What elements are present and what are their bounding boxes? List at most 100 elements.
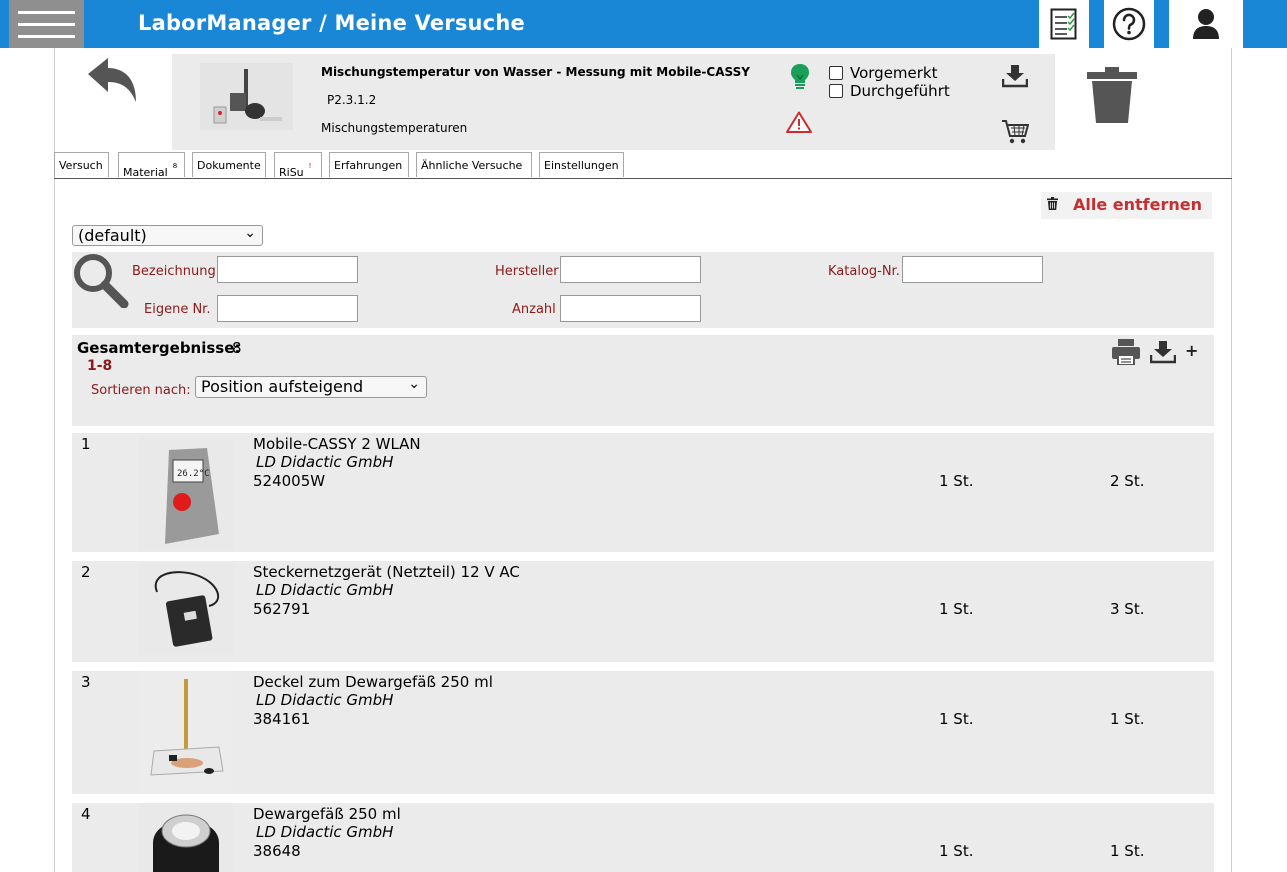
user-button[interactable]	[1169, 0, 1243, 48]
checkbox-box[interactable]	[829, 66, 843, 80]
done-checkbox[interactable]: Durchgeführt	[829, 82, 950, 100]
item-article-number: 38648	[253, 842, 301, 860]
menu-icon[interactable]	[9, 0, 84, 48]
results-header: Gesamtergebnisse: 8 1-8 Sortieren nach: …	[72, 335, 1214, 426]
trash-icon	[1047, 197, 1058, 210]
delete-experiment-icon[interactable]	[1087, 66, 1137, 124]
tab-einstellungen[interactable]: Einstellungen	[539, 152, 624, 177]
expand-plus-icon[interactable]: +	[1185, 341, 1198, 360]
tab-label: Dokumente	[197, 159, 261, 172]
experiment-thumbnail[interactable]	[200, 63, 293, 130]
katalog-label: Katalog-Nr.	[828, 264, 900, 279]
user-icon	[1193, 9, 1219, 39]
warning-icon[interactable]	[786, 111, 812, 133]
eigene-nr-input[interactable]	[217, 295, 358, 322]
filter-panel: Bezeichnung Hersteller Katalog-Nr. Eigen…	[72, 252, 1214, 328]
anzahl-input[interactable]	[560, 295, 701, 322]
material-row[interactable]: 4 Dewargefäß 250 ml LD Didactic GmbH 386…	[72, 803, 1214, 872]
done-label: Durchgeführt	[850, 82, 950, 100]
item-maker: LD Didactic GmbH	[256, 581, 394, 599]
tab-label: Erfahrungen	[334, 159, 403, 172]
item-position: 4	[81, 805, 91, 823]
tab-risu[interactable]: RiSu!	[274, 152, 322, 179]
item-article-number: 562791	[253, 600, 311, 618]
item-position: 1	[81, 435, 91, 453]
item-article-number: 524005W	[253, 472, 326, 490]
remove-all-label: Alle entfernen	[1073, 195, 1202, 214]
item-position: 2	[81, 563, 91, 581]
help-button[interactable]	[1104, 0, 1154, 48]
tab-material[interactable]: Material 8	[118, 152, 185, 179]
eigene-nr-label: Eigene Nr.	[144, 302, 211, 317]
anzahl-label: Anzahl	[512, 302, 556, 317]
experiment-title: Mischungstemperatur von Wasser - Messung…	[321, 65, 750, 79]
tab-label: Versuch	[59, 159, 103, 172]
item-stock: 2 St.	[1110, 472, 1145, 490]
item-quantity: 1 St.	[939, 842, 974, 860]
experiment-subtitle: Mischungstemperaturen	[321, 121, 468, 135]
bezeichnung-input[interactable]	[217, 256, 358, 283]
top-bar: LaborManager / Meine Versuche	[0, 0, 1287, 48]
item-image[interactable]: 26.2°C	[139, 436, 233, 551]
item-stock: 1 St.	[1110, 710, 1145, 728]
material-row[interactable]: 1 26.2°C Mobile-CASSY 2 WLAN LD Didactic…	[72, 433, 1214, 552]
item-position: 3	[81, 673, 91, 691]
item-maker: LD Didactic GmbH	[256, 691, 394, 709]
material-row[interactable]: 3 Deckel zum Dewargefäß 250 ml LD Didact…	[72, 671, 1214, 794]
katalog-input[interactable]	[902, 256, 1043, 283]
tab-erfahrungen[interactable]: Erfahrungen	[329, 152, 409, 177]
download-icon[interactable]	[1002, 64, 1028, 88]
back-arrow-icon[interactable]	[86, 56, 138, 106]
experiment-code: P2.3.1.2	[327, 93, 377, 107]
checkbox-box[interactable]	[829, 84, 843, 98]
panel-border-right	[1231, 48, 1232, 872]
item-maker: LD Didactic GmbH	[256, 453, 394, 471]
app-title: LaborManager / Meine Versuche	[138, 11, 525, 35]
results-total: 8	[232, 339, 242, 357]
tab-aehnliche-versuche[interactable]: Ähnliche Versuche	[416, 152, 532, 177]
tab-badge: 8	[172, 162, 178, 170]
tab-dokumente[interactable]: Dokumente	[192, 152, 266, 177]
hersteller-label: Hersteller	[495, 264, 559, 279]
item-stock: 3 St.	[1110, 600, 1145, 618]
item-maker: LD Didactic GmbH	[256, 823, 394, 841]
bezeichnung-label: Bezeichnung	[132, 264, 216, 279]
tab-label: Ähnliche Versuche	[421, 159, 523, 172]
item-image[interactable]	[139, 803, 233, 872]
item-name: Mobile-CASSY 2 WLAN	[253, 435, 421, 453]
lightbulb-icon[interactable]	[790, 63, 810, 91]
item-article-number: 384161	[253, 710, 311, 728]
tab-divider	[54, 178, 1232, 179]
sort-select[interactable]: Position aufsteigend	[195, 374, 427, 398]
item-image[interactable]	[139, 562, 233, 655]
item-name: Dewargefäß 250 ml	[253, 805, 401, 823]
checklist-button[interactable]	[1039, 0, 1089, 48]
item-quantity: 1 St.	[939, 600, 974, 618]
checklist-icon	[1050, 8, 1077, 40]
material-row[interactable]: 2 Steckernetzgerät (Netzteil) 12 V AC LD…	[72, 561, 1214, 662]
results-range: 1-8	[87, 358, 113, 374]
item-image[interactable]	[139, 671, 233, 793]
remove-all-button[interactable]: Alle entfernen	[1041, 192, 1212, 219]
svg-text:26.2°C: 26.2°C	[177, 469, 210, 479]
tab-label: Einstellungen	[544, 159, 619, 172]
item-stock: 1 St.	[1110, 842, 1145, 860]
list-select[interactable]: (default)	[72, 223, 263, 246]
sort-label: Sortieren nach:	[91, 383, 191, 398]
reserved-label: Vorgemerkt	[850, 64, 938, 82]
hersteller-input[interactable]	[560, 256, 701, 283]
tab-versuch[interactable]: Versuch	[54, 152, 109, 177]
experiment-header: Mischungstemperatur von Wasser - Messung…	[172, 54, 1055, 150]
results-total-label: Gesamtergebnisse:	[77, 339, 241, 357]
download-list-icon[interactable]	[1150, 340, 1176, 364]
item-name: Steckernetzgerät (Netzteil) 12 V AC	[253, 563, 520, 581]
item-quantity: 1 St.	[939, 710, 974, 728]
item-name: Deckel zum Dewargefäß 250 ml	[253, 673, 493, 691]
print-icon[interactable]	[1112, 339, 1140, 365]
tab-badge: !	[308, 162, 312, 170]
item-quantity: 1 St.	[939, 472, 974, 490]
shopping-cart-icon[interactable]	[1001, 119, 1029, 145]
reserved-checkbox[interactable]: Vorgemerkt	[829, 64, 938, 82]
search-icon[interactable]	[72, 252, 130, 308]
help-icon	[1112, 7, 1146, 41]
